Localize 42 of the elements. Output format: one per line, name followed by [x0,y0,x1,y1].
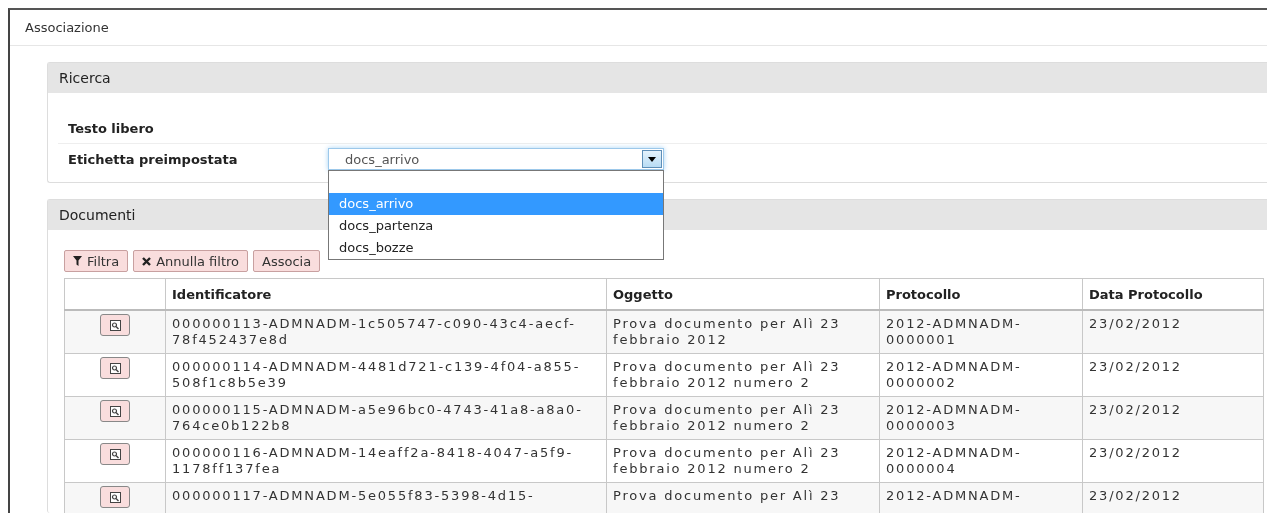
table-cell: 2012-ADMNADM-0000001 [879,310,1083,354]
table-cell: 000000114-ADMNADM-4481d721-c139-4f04-a855-508f1c8b5e39 [165,353,607,397]
table-cell: 000000115-ADMNADM-a5e96bc0-4743-41a8-a8a0-764ce0b122b8 [165,396,607,440]
view-document-button[interactable] [100,357,130,379]
view-document-button[interactable] [100,400,130,422]
table-cell: 000000117-ADMNADM-5e055f83-5398-4d15- [165,482,607,513]
view-document-button[interactable] [100,486,130,508]
window-title: Associazione [10,10,1267,46]
table-cell: 23/02/2012 [1082,482,1264,513]
table-cell: Prova documento per Alì 23 febbraio 2012 numero 2 [606,353,880,397]
dropdown-option[interactable]: docs_bozze [329,237,663,259]
table-cell: Prova documento per Alì 23 febbraio 2012 numero 2 [606,396,880,440]
view-document-button[interactable] [100,443,130,465]
document-search-icon [109,362,121,374]
table-cell: 23/02/2012 [1082,439,1264,483]
document-search-icon [109,319,121,331]
field-label: Testo libero [67,120,155,136]
table-cell: 000000116-ADMNADM-14eaff2a-8418-4047-a5f9-1178ff137fea [165,439,607,483]
document-search-icon [109,491,121,503]
table-cell: Prova documento per Alì 23 febbraio 2012 numero 2 [606,439,880,483]
toolbar-button[interactable]: Filtra [64,250,129,272]
table-cell: Prova documento per Alì 23 febbraio 2012 [606,310,880,354]
table-cell: 000000113-ADMNADM-1c505747-c090-43c4-aecf-78f452437e8d [165,310,607,354]
filter-icon [73,256,82,266]
caret-icon [648,156,656,162]
toolbar-button[interactable]: Annulla filtro [133,250,248,272]
panel-title: Ricerca [48,63,1267,93]
table-cell: 2012-ADMNADM-0000002 [879,353,1083,397]
table-cell: 2012-ADMNADM-0000004 [879,439,1083,483]
document-search-icon [109,448,121,460]
view-document-button[interactable] [100,314,130,336]
table-cell: 23/02/2012 [1082,353,1264,397]
table-cell: Prova documento per Alì 23 [606,482,880,513]
select-field[interactable]: docs_arrivo [328,148,664,170]
close-icon [142,256,152,266]
table-cell: 2012-ADMNADM-0000003 [879,396,1083,440]
table-cell: 23/02/2012 [1082,396,1264,440]
document-search-icon [109,405,121,417]
table-cell: 2012-ADMNADM- [879,482,1083,513]
toolbar-button[interactable]: Associa [253,250,321,272]
field-label: Etichetta preimpostata [67,151,239,167]
table-cell: 23/02/2012 [1082,310,1264,354]
